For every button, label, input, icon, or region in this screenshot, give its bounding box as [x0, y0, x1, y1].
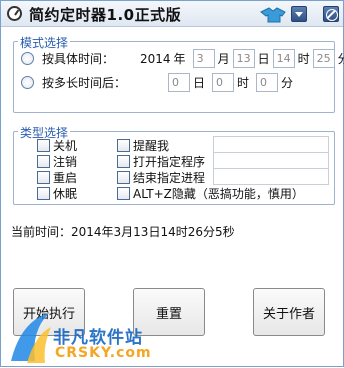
skin-icon[interactable] [259, 4, 289, 24]
kill-process-option[interactable]: 结束指定进程 [117, 169, 205, 186]
app-window: 简约定时器1.0正式版 模式选择 按具体时间： 2014 年 3 月 13 日 … [0, 0, 344, 367]
specific-time-row: 按具体时间： 2014 年 3 月 13 日 14 时 25 分 [21, 49, 344, 68]
remind-option[interactable]: 提醒我 [117, 137, 169, 154]
hibernate-checkbox[interactable] [37, 187, 50, 200]
close-button[interactable] [323, 6, 339, 22]
shutdown-option[interactable]: 关机 [37, 137, 77, 154]
current-time-text: 当前时间：2014年3月13日14时26分5秒 [11, 225, 235, 239]
day-unit: 日 [257, 52, 270, 66]
open-program-label: 打开指定程序 [133, 155, 206, 169]
specific-time-radio[interactable] [21, 52, 34, 65]
shutdown-checkbox[interactable] [37, 139, 50, 152]
year-value: 2014 [140, 51, 171, 66]
remind-label: 提醒我 [133, 139, 170, 153]
about-button[interactable]: 关于作者 [253, 288, 325, 336]
delay-time-label: 按多长时间后： [42, 76, 127, 90]
open-program-checkbox[interactable] [117, 155, 130, 168]
restart-label: 重启 [53, 171, 78, 185]
watermark-domain: CRSKY.com [55, 345, 152, 361]
logoff-checkbox[interactable] [37, 155, 50, 168]
minute-input[interactable]: 25 [312, 49, 335, 68]
hibernate-option[interactable]: 休眠 [37, 185, 77, 202]
minute-unit: 分 [337, 52, 344, 66]
delay-time-row: 按多长时间后： 0 日 0 时 0 分 [21, 73, 296, 92]
hibernate-label: 休眠 [53, 187, 78, 201]
remind-checkbox[interactable] [117, 139, 130, 152]
alt-z-checkbox[interactable] [117, 187, 130, 200]
delay-days-unit: 日 [193, 76, 206, 90]
delay-minutes-input[interactable]: 0 [256, 73, 279, 92]
delay-time-radio[interactable] [21, 76, 34, 89]
alt-z-option[interactable]: ALT+Z隐藏（恶搞功能，慎用） [117, 185, 304, 202]
program-path-input[interactable] [213, 152, 329, 169]
reset-button[interactable]: 重置 [133, 288, 205, 336]
delay-days-input[interactable]: 0 [168, 73, 190, 92]
month-input[interactable]: 3 [192, 49, 215, 68]
restart-option[interactable]: 重启 [37, 169, 77, 186]
alt-z-label: ALT+Z隐藏（恶搞功能，慎用） [133, 187, 304, 201]
logoff-option[interactable]: 注销 [37, 153, 77, 170]
delay-hours-input[interactable]: 0 [212, 73, 235, 92]
remind-text-input[interactable] [213, 136, 329, 153]
window-title: 简约定时器1.0正式版 [29, 6, 182, 24]
delay-minutes-unit: 分 [281, 76, 294, 90]
restart-checkbox[interactable] [37, 171, 50, 184]
delay-hours-unit: 时 [237, 76, 250, 90]
minimize-button[interactable] [291, 6, 307, 22]
kill-process-checkbox[interactable] [117, 171, 130, 184]
hour-unit: 时 [297, 52, 310, 66]
hour-input[interactable]: 14 [272, 49, 295, 68]
month-unit: 月 [217, 52, 230, 66]
kill-process-label: 结束指定进程 [133, 171, 206, 185]
title-bar[interactable]: 简约定时器1.0正式版 [1, 1, 343, 27]
clock-icon [7, 6, 22, 21]
day-input[interactable]: 13 [232, 49, 255, 68]
process-name-input[interactable] [213, 168, 329, 185]
logoff-label: 注销 [53, 155, 78, 169]
shutdown-label: 关机 [53, 139, 78, 153]
year-unit: 年 [173, 52, 186, 66]
specific-time-label: 按具体时间： [42, 52, 115, 66]
open-program-option[interactable]: 打开指定程序 [117, 153, 205, 170]
